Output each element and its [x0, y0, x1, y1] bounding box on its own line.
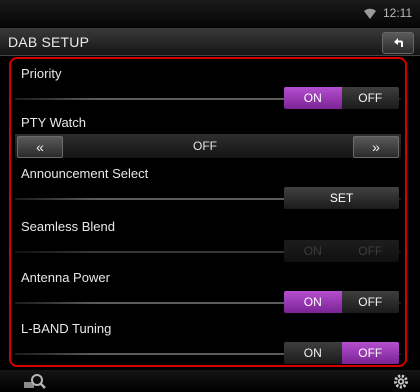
search-icon[interactable]: [22, 373, 48, 390]
title-bar: DAB SETUP: [0, 28, 420, 56]
antenna-power-on-button[interactable]: ON: [284, 291, 342, 313]
priority-off-button[interactable]: OFF: [341, 87, 399, 109]
lband-tuning-toggle[interactable]: ON OFF: [284, 342, 399, 364]
lband-tuning-off-button[interactable]: OFF: [341, 342, 399, 364]
priority-toggle[interactable]: ON OFF: [284, 87, 399, 109]
gear-icon[interactable]: [392, 373, 410, 390]
antenna-power-off-button[interactable]: OFF: [341, 291, 399, 313]
priority-on-button[interactable]: ON: [284, 87, 342, 109]
lband-tuning-row: L-BAND Tuning ON OFF: [15, 318, 401, 365]
antenna-power-row: Antenna Power ON OFF: [15, 267, 401, 319]
lband-tuning-on-button[interactable]: ON: [284, 342, 342, 364]
announcement-set-button[interactable]: SET: [284, 187, 399, 209]
pty-watch-row: PTY Watch « OFF »: [15, 112, 401, 164]
antenna-power-label: Antenna Power: [21, 270, 110, 285]
pty-next-button[interactable]: »: [353, 136, 399, 158]
pty-watch-selector: « OFF »: [15, 134, 401, 158]
seamless-blend-label: Seamless Blend: [21, 219, 115, 234]
seamless-blend-row: Seamless Blend ON OFF: [15, 216, 401, 268]
back-arrow-icon: [394, 38, 403, 47]
lband-tuning-label: L-BAND Tuning: [21, 321, 112, 336]
pty-watch-value: OFF: [193, 139, 217, 153]
back-button[interactable]: [382, 32, 414, 54]
bottom-bar: [0, 370, 420, 392]
clock: 12:11: [383, 6, 413, 20]
seamless-blend-off-button: OFF: [341, 240, 399, 262]
priority-label: Priority: [21, 66, 62, 81]
pty-prev-button[interactable]: «: [17, 136, 63, 158]
pty-watch-label: PTY Watch: [21, 115, 87, 130]
page-title: DAB SETUP: [8, 34, 90, 50]
antenna-power-toggle[interactable]: ON OFF: [284, 291, 399, 313]
seamless-blend-toggle: ON OFF: [284, 240, 399, 262]
announcement-label: Announcement Select: [21, 166, 149, 181]
announcement-row: Announcement Select SET: [15, 163, 401, 215]
seamless-blend-on-button: ON: [284, 240, 342, 262]
settings-panel: Priority ON OFF PTY Watch « OFF » Announ…: [9, 57, 407, 367]
wifi-icon: [364, 8, 376, 19]
status-bar: 12:11: [0, 0, 420, 28]
priority-row: Priority ON OFF: [15, 63, 401, 111]
